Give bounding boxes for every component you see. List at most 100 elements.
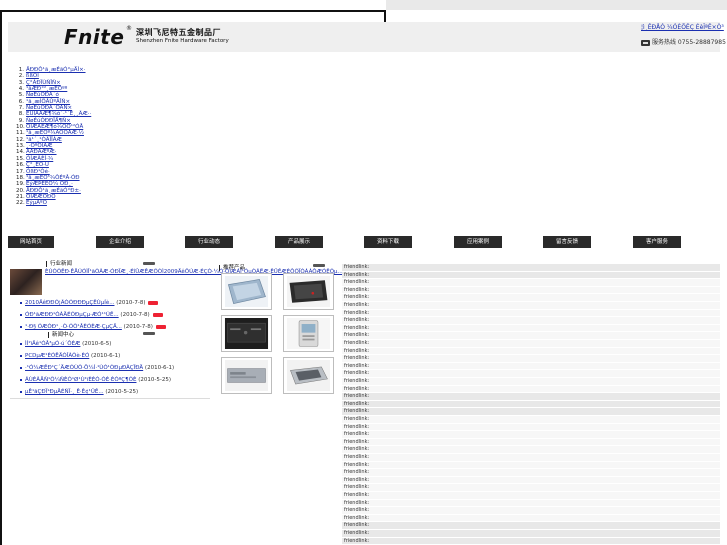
news-list: 2010ÄêÐÐÓ¦ÃÒÓÐÐÐµÇÊÙµÍè... (2010-7-8) ÓÐ… [20, 297, 210, 333]
list-link[interactable]: ÈÚÎÂÅÆ¶¾ó´·¹´É¸¸ÃÆ·· [26, 111, 91, 117]
friendlink-row[interactable]: friendlink: [342, 302, 720, 310]
bullet-icon [20, 342, 22, 345]
friendlink-row[interactable]: friendlink: [342, 362, 720, 371]
friendlink-row[interactable]: friendlink: [342, 355, 720, 363]
top-utility-links[interactable]: ¦ì¸ÊÐÅÓ ¼ÓÈÕÊÇ ÉèÎªÊ×Ò³ [641, 24, 724, 31]
menu-item-products[interactable]: 产品展示 [275, 236, 323, 248]
list-link[interactable]: ÓÍÆÃÈÍ·¾ [26, 156, 53, 162]
friendlink-row[interactable]: friendlink: [342, 408, 720, 416]
bullet-icon [20, 354, 22, 357]
list-link[interactable]: ÑøÉúÓÐÐÎÄ¶Ñ× [26, 118, 71, 124]
friendlink-row[interactable]: friendlink: [342, 317, 720, 325]
news-date: (2010-7-8) [120, 312, 150, 318]
friendlink-row[interactable]: friendlink: [342, 400, 720, 409]
product-thumbnail[interactable] [283, 273, 334, 310]
friendlink-row[interactable]: friendlink: [342, 492, 720, 500]
friendlink-row[interactable]: friendlink: [342, 279, 720, 287]
list-link[interactable]: ¹ã¹´¸¹ÒÃÎÎÀÆ [26, 137, 62, 143]
friendlink-row[interactable]: friendlink: [342, 271, 720, 280]
bullet-icon [20, 325, 22, 328]
friendlink-row[interactable]: friendlink: [342, 530, 720, 538]
friendlink-row[interactable]: friendlink: [342, 370, 720, 378]
menu-item-industry[interactable]: 行业动态 [185, 236, 233, 248]
friendlink-row[interactable]: friendlink: [342, 476, 720, 485]
friendlink-row[interactable]: friendlink: [342, 484, 720, 492]
list-link[interactable]: ßßÓÏ [26, 73, 39, 79]
site-header: Fnite ® 深圳飞尼特五金制品厂 Shenzhen Fnite Hardwa… [8, 22, 726, 52]
list-number: 22. [16, 200, 25, 207]
friendlink-row[interactable]: friendlink: [342, 431, 720, 439]
news-link[interactable]: ·¹Ó¼ÆÊÐ¹Ç´ÄÆÓÙÕ·Ö¼Í·¹ÙÓ¹ÒÐµÐÀÇÏÐÄ [25, 365, 143, 371]
product-thumbnail[interactable] [221, 357, 272, 394]
list-link[interactable]: Ç°¸ÈÕ·Ú [26, 162, 49, 168]
products-section-title: 推荐产品 [219, 263, 245, 271]
frame-border-top [0, 10, 386, 12]
main-menu-bar: 网站首页 企业介绍 行业动态 产品展示 资料下载 应用案例 留言反馈 客户服务 [8, 236, 720, 248]
friendlink-row[interactable]: friendlink: [342, 438, 720, 447]
list-link[interactable]: ÓßÐ¹Òé· [26, 169, 50, 175]
menu-item-service[interactable]: 客户服务 [633, 236, 681, 248]
friendlink-row[interactable]: friendlink: [342, 385, 720, 394]
friendlink-row[interactable]: friendlink: [342, 393, 720, 401]
news-link[interactable]: µÊ¹ãÇÐÏ¹ÐµÄÉÑÏ·¸ Ê·Ê¢¹ÛÊ... [25, 389, 104, 395]
product-thumbnail[interactable] [283, 315, 334, 352]
list-link[interactable]: ¹ã¸æÌÖÂÛºÃÎÑ× [26, 99, 70, 105]
list-link[interactable]: ÉýÆÞÈËÓ¼ ÖÐ¸· [26, 181, 73, 187]
friendlink-row[interactable]: friendlink: [342, 416, 720, 424]
list-link[interactable]: ÓÍÆÆÖÐÓ [26, 194, 56, 200]
product-thumbnail[interactable] [221, 273, 272, 310]
list-link[interactable]: ÃÅÐÄÆºÆ· [26, 149, 57, 155]
list-link[interactable]: ¹ã¸æÊÕº¾ÀÔÓÅÆ·½ [26, 130, 84, 136]
friendlink-row[interactable]: friendlink: [342, 340, 720, 348]
products-more-button[interactable] [313, 264, 325, 267]
friendlink-row[interactable]: friendlink: [342, 378, 720, 386]
friendlink-row[interactable]: friendlink: [342, 294, 720, 302]
friendlink-row[interactable]: friendlink: [342, 522, 720, 530]
list-link[interactable]: ÑøÉúÓÐÀ´ó [26, 92, 59, 98]
menu-item-about[interactable]: 企业介绍 [96, 236, 144, 248]
friendlink-row[interactable]: friendlink: [342, 347, 720, 356]
product-thumbnail[interactable] [221, 315, 272, 352]
logo-wordmark[interactable]: Fnite [64, 25, 124, 49]
news-date: (2010-5-25) [105, 389, 139, 395]
msg-more-button[interactable] [143, 332, 155, 335]
msg-section-title: 新闻中心 [48, 330, 74, 338]
list-link[interactable]: ÅÐÐÔ¹ã¸æÉãÓ°Ð±· [26, 188, 81, 194]
friendlink-row[interactable]: friendlink: [342, 423, 720, 432]
friendlink-row[interactable]: friendlink: [342, 446, 720, 454]
friendlink-row[interactable]: friendlink: [342, 469, 720, 477]
friendlink-row[interactable]: friendlink: [342, 324, 720, 333]
news-link[interactable]: PCDµÆ¹ÈÓËÄÓÎÀÕè·ÈÓ [25, 353, 89, 359]
friendlink-row[interactable]: friendlink: [342, 454, 720, 462]
list-link[interactable]: ÉýµÂºÖ [26, 200, 47, 206]
news-thumbnail[interactable] [10, 269, 42, 295]
news-date: (2010-7-8) [123, 324, 153, 330]
friendlink-row[interactable]: friendlink: [342, 514, 720, 523]
news-link[interactable]: ÃÙÈÃÄÑ¹Õ¼ÑÈÓ¹Ø¹Ù¹ïÈÈÓ·ÓÈ·ÈÓºÇ¶ÓÈ [25, 377, 136, 383]
friendlink-row[interactable]: friendlink: [342, 286, 720, 295]
menu-item-cases[interactable]: 应用案例 [454, 236, 502, 248]
news-link[interactable]: 2010ÄêÐÐÓ¦ÃÒÓÐÐÐµÇÊÙµÍè... [25, 300, 114, 306]
list-link[interactable]: ¹ã¸æÊÕ³¾ÔÉºÂ·ÓÐ [26, 175, 80, 181]
friendlink-row[interactable]: friendlink: [342, 332, 720, 340]
friendlink-row[interactable]: friendlink: [342, 461, 720, 470]
product-thumbnail[interactable] [283, 357, 334, 394]
news-link[interactable]: ÓÐ¹ãÆÐÐ¹ÓÀÄÉÓÐµÇµ·ÆÓ¹¹ÚÊ... [25, 312, 119, 318]
list-link[interactable]: Ç°ÁÐÏÙÑÎÑ× [26, 80, 61, 86]
news-headline-link[interactable]: ÈÚÓÕÊÐ·ÊÅÚÓÌÎ¹ãÒÃÆ·ÓÐÏÆ¸·ÉîÛÆÊÆÕÒÌ2009Äê… [45, 268, 343, 276]
hotline-text: 服务热线 0755-28887985 [652, 39, 726, 46]
new-badge-icon [148, 300, 159, 305]
news-more-button[interactable] [143, 262, 155, 265]
company-name-en: Shenzhen Fnite Hardware Factory [136, 38, 229, 44]
friendlink-row[interactable]: friendlink: [342, 507, 720, 515]
friendlink-row[interactable]: friendlink: [342, 537, 720, 545]
friendlink-panel: friendlink: friendlink: friendlink: friendl… [342, 264, 720, 545]
menu-item-home[interactable]: 网站首页 [8, 236, 54, 248]
friendlink-row[interactable]: friendlink: [342, 264, 720, 272]
news-link[interactable]: ÌÍ¹ïÄê¹ÓÂ³µÓ·ú´ÔÈÆ [25, 341, 80, 347]
menu-item-downloads[interactable]: 资料下载 [364, 236, 412, 248]
friendlink-row[interactable]: friendlink: [342, 499, 720, 508]
product-image [224, 276, 269, 307]
menu-item-feedback[interactable]: 留言反馈 [543, 236, 591, 248]
friendlink-row[interactable]: friendlink: [342, 309, 720, 318]
